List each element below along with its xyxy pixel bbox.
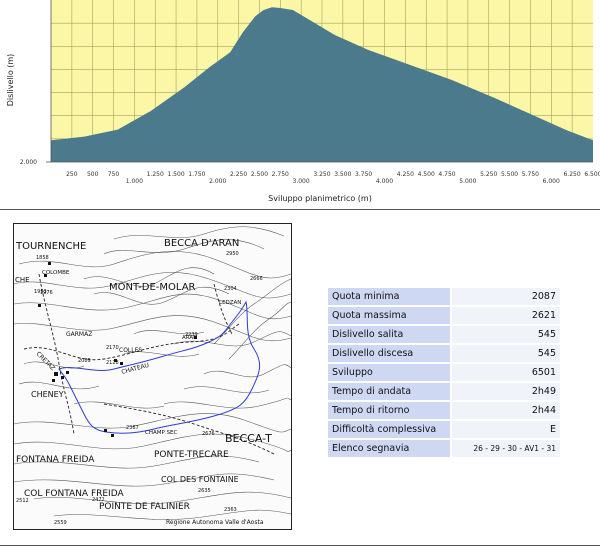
x-tick-label-major: 5.000 bbox=[459, 178, 476, 185]
x-tick-label: 5.750 bbox=[522, 171, 539, 178]
stat-value: 2621 bbox=[452, 307, 560, 324]
x-tick-label: 1.250 bbox=[147, 171, 164, 178]
stat-label: Quota massima bbox=[328, 307, 450, 324]
stat-label: Elenco segnavia bbox=[328, 440, 450, 457]
table-row: Dislivello discesa 545 bbox=[328, 345, 560, 362]
map-label: COL DES FONTAINE bbox=[161, 475, 239, 484]
y-axis-label: Dislivello (m) bbox=[6, 54, 15, 107]
table-row: Sviluppo 6501 bbox=[328, 364, 560, 381]
map-label: BECCA-T bbox=[225, 432, 272, 445]
stat-value: 2087 bbox=[452, 288, 560, 305]
map-label: 2128 bbox=[106, 360, 119, 366]
x-tick-label: 5.500 bbox=[501, 171, 518, 178]
stat-label: Tempo di ritorno bbox=[328, 402, 450, 419]
bottom-divider bbox=[0, 545, 600, 546]
x-tick-label: 750 bbox=[108, 171, 120, 178]
map-label: LEDZAN bbox=[219, 300, 241, 306]
table-row: Tempo di andata 2h49 bbox=[328, 383, 560, 400]
table-row: Elenco segnavia 26 - 29 - 30 - AV1 - 31 bbox=[328, 440, 560, 457]
x-tick-label: 4.500 bbox=[418, 171, 435, 178]
map-label: TOURNENCHE bbox=[15, 241, 86, 252]
x-tick-label: 250 bbox=[66, 171, 78, 178]
stat-value: 2h44 bbox=[452, 402, 560, 419]
x-tick-label: 4.750 bbox=[438, 171, 455, 178]
x-tick-label-major: 2.000 bbox=[209, 178, 226, 185]
map-label: COL FONTANA FREIDA bbox=[24, 489, 124, 499]
map-label: 2089 bbox=[78, 358, 91, 364]
stat-label: Tempo di andata bbox=[328, 383, 450, 400]
topographic-map[interactable]: TOURNENCHE BECCA D'ARAN MONT-DE-MOLAR CO… bbox=[13, 223, 292, 530]
map-label: PONTE-TRECARE bbox=[154, 450, 229, 460]
stat-label: Dislivello discesa bbox=[328, 345, 450, 362]
x-tick-label-major: 1.000 bbox=[126, 178, 143, 185]
section-divider bbox=[0, 209, 600, 210]
map-label: CRETAZ bbox=[35, 350, 57, 372]
map-label: 1976 bbox=[40, 290, 53, 296]
map-label: CHAMP SEC bbox=[145, 430, 178, 436]
x-tick-label: 5.250 bbox=[480, 171, 497, 178]
map-label: 2676 bbox=[202, 431, 215, 437]
x-tick-label: 500 bbox=[87, 171, 99, 178]
map-label: 2472 bbox=[92, 497, 105, 503]
map-label: 2363 bbox=[224, 507, 237, 513]
stat-label: Dislivello salita bbox=[328, 326, 450, 343]
x-tick-label: 6.500 bbox=[584, 171, 600, 178]
map-label: 2950 bbox=[226, 251, 239, 257]
map-label: COLOMBE bbox=[42, 270, 70, 276]
stat-label: Quota minima bbox=[328, 288, 450, 305]
x-tick-label-major: 4.000 bbox=[376, 178, 393, 185]
x-tick-label: 3.500 bbox=[334, 171, 351, 178]
x-tick-label-major: 3.000 bbox=[293, 178, 310, 185]
x-tick-label: 2.250 bbox=[230, 171, 247, 178]
x-tick-label: 2.500 bbox=[251, 171, 268, 178]
table-row: Tempo di ritorno 2h44 bbox=[328, 402, 560, 419]
map-label: 2239 bbox=[185, 332, 198, 338]
map-label: POINTE DE FALINIER bbox=[99, 502, 190, 512]
stat-label: Sviluppo bbox=[328, 364, 450, 381]
x-tick-label: 3.250 bbox=[313, 171, 330, 178]
x-tick-label: 1.750 bbox=[188, 171, 205, 178]
map-label: 2635 bbox=[198, 488, 211, 494]
stat-label: Difficoltà complessiva bbox=[328, 421, 450, 438]
x-tick-label-major: 6.000 bbox=[543, 178, 560, 185]
map-label: 2666 bbox=[250, 276, 263, 282]
stat-value: 545 bbox=[452, 326, 560, 343]
map-label: CHE bbox=[15, 276, 30, 284]
route-stats-table: Quota minima 2087 Quota massima 2621 Disli… bbox=[326, 286, 562, 459]
stat-value: E bbox=[452, 421, 560, 438]
x-tick-label: 3.750 bbox=[355, 171, 372, 178]
map-label: COLLES bbox=[119, 347, 142, 354]
x-tick-labels: 250 500 750 1.250 1.500 1.750 2.250 2.500 2.750 3… bbox=[66, 171, 600, 185]
map-label: FONTANA FREIDA bbox=[16, 455, 95, 465]
x-tick-label: 4.250 bbox=[397, 171, 414, 178]
map-label: 2170 bbox=[106, 345, 119, 351]
map-label: 2304 bbox=[224, 286, 237, 292]
map-label: 1858 bbox=[36, 255, 49, 261]
map-canvas: TOURNENCHE BECCA D'ARAN MONT-DE-MOLAR CO… bbox=[14, 226, 291, 526]
stat-value: 545 bbox=[452, 345, 560, 362]
map-label: 2387 bbox=[126, 425, 139, 431]
map-label: GARMAZ bbox=[66, 331, 92, 338]
map-label: MONT-DE-MOLAR bbox=[109, 282, 196, 293]
stat-value: 2h49 bbox=[452, 383, 560, 400]
table-row: Difficoltà complessiva E bbox=[328, 421, 560, 438]
map-label: CHENEY bbox=[31, 390, 64, 399]
map-label: BECCA D'ARAN bbox=[164, 238, 239, 249]
map-label: 2559 bbox=[54, 520, 67, 526]
elevation-profile-chart: 2.000 250 500 750 1.250 1.500 1.750 2.250 2.500… bbox=[6, 0, 600, 203]
table-row: Quota massima 2621 bbox=[328, 307, 560, 324]
y-tick-label: 2.000 bbox=[20, 159, 37, 166]
map-label: 2512 bbox=[16, 498, 29, 504]
table-row: Quota minima 2087 bbox=[328, 288, 560, 305]
table-row: Dislivello salita 545 bbox=[328, 326, 560, 343]
stat-value: 6501 bbox=[452, 364, 560, 381]
route-track bbox=[58, 300, 261, 434]
x-tick-label: 2.750 bbox=[272, 171, 289, 178]
x-tick-label: 1.500 bbox=[167, 171, 184, 178]
stat-value: 26 - 29 - 30 - AV1 - 31 bbox=[452, 440, 560, 457]
x-axis-label: Sviluppo planimetrico (m) bbox=[268, 194, 372, 203]
x-tick-label: 6.250 bbox=[563, 171, 580, 178]
map-credit: Regione Autonoma Valle d'Aosta bbox=[166, 519, 264, 526]
